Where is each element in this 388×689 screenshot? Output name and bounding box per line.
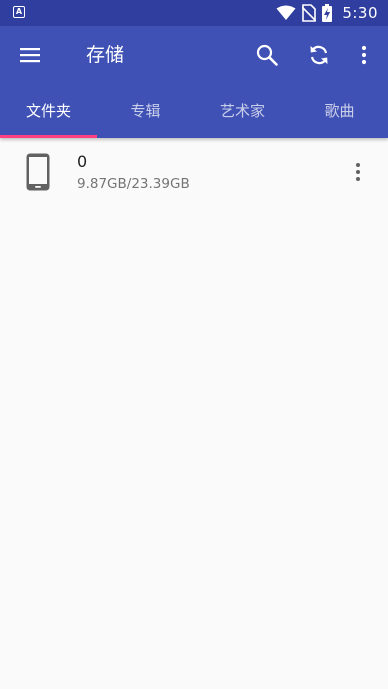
status-bar: A 5:30 bbox=[0, 0, 388, 26]
status-time: 5:30 bbox=[342, 4, 378, 22]
tab-albums[interactable]: 专辑 bbox=[97, 84, 194, 138]
search-icon[interactable] bbox=[255, 43, 279, 67]
status-icons: 5:30 bbox=[276, 4, 378, 22]
wifi-icon bbox=[276, 5, 296, 20]
tab-albums-label: 专辑 bbox=[130, 102, 161, 120]
toolbar: 存储 bbox=[0, 26, 388, 84]
no-sim-icon bbox=[302, 4, 317, 22]
item-more-icon[interactable] bbox=[346, 160, 370, 184]
storage-usage: 9.87GB/23.39GB bbox=[77, 176, 190, 192]
tab-songs[interactable]: 歌曲 bbox=[291, 84, 388, 138]
storage-name: 0 bbox=[77, 152, 88, 171]
tab-songs-label: 歌曲 bbox=[324, 102, 355, 120]
notification-a-icon: A bbox=[13, 6, 25, 18]
refresh-icon[interactable] bbox=[307, 43, 331, 67]
tab-folders-label: 文件夹 bbox=[25, 102, 71, 120]
tab-folders[interactable]: 文件夹 bbox=[0, 84, 97, 138]
tab-bar: 文件夹 专辑 艺术家 歌曲 bbox=[0, 84, 388, 138]
more-vertical-icon[interactable] bbox=[352, 43, 376, 67]
phone-icon bbox=[26, 153, 50, 191]
battery-charging-icon bbox=[322, 4, 333, 22]
storage-list-item[interactable]: 0 9.87GB/23.39GB bbox=[0, 138, 388, 206]
page-title: 存储 bbox=[86, 44, 125, 66]
tab-artists[interactable]: 艺术家 bbox=[194, 84, 291, 138]
tab-artists-label: 艺术家 bbox=[219, 102, 265, 120]
menu-icon[interactable] bbox=[18, 43, 42, 67]
